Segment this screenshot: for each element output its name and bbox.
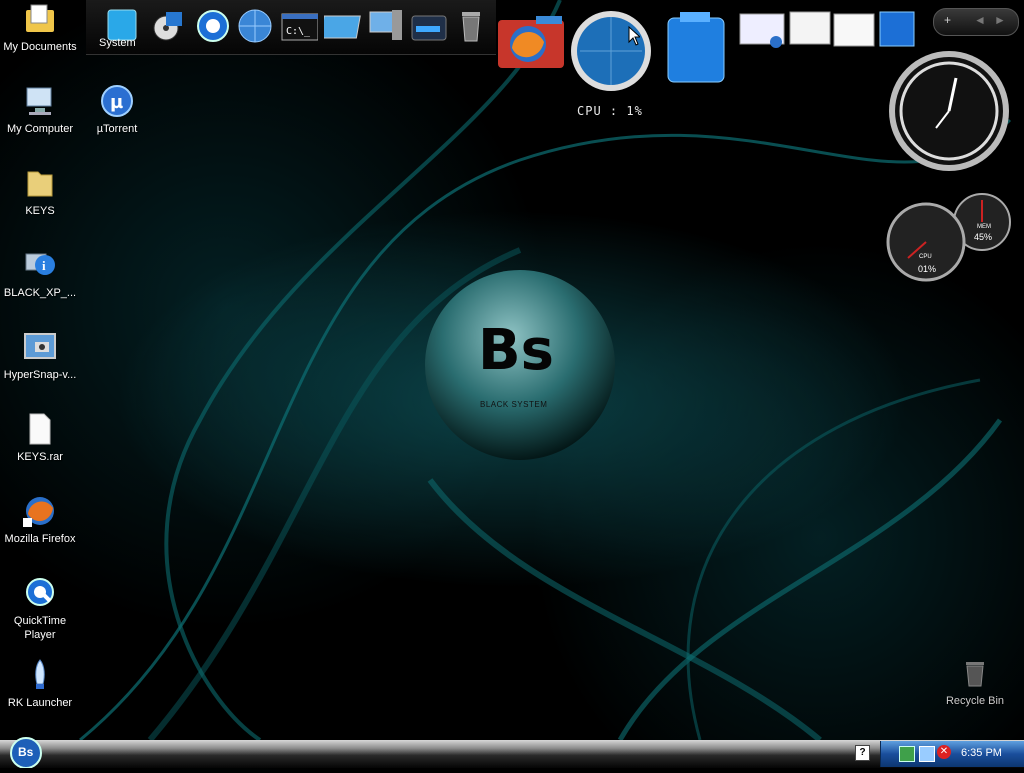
drive-icon [411, 15, 447, 41]
security-alert-icon[interactable]: ✕ [937, 745, 951, 759]
film-reel-icon [153, 12, 182, 41]
icon-label: µTorrent [96, 123, 138, 135]
desktop-icon-keys-rar[interactable]: KEYS.rar [0, 412, 80, 464]
top-dock: System C:\_ [86, 0, 496, 55]
logo-subtitle: BLACK SYSTEM [480, 400, 548, 409]
globe-icon [238, 9, 272, 43]
dock-item-firefox-large[interactable] [496, 16, 566, 70]
dock-item-media[interactable] [148, 6, 186, 46]
clock[interactable]: 6:35 PM [961, 747, 1002, 759]
quicktime-icon [197, 10, 229, 42]
display-icon[interactable] [919, 746, 935, 762]
dock-item-internet[interactable] [236, 6, 274, 46]
system-tray: ✕ 6:35 PM [880, 741, 1024, 767]
window-icon [319, 15, 361, 39]
network-icon[interactable] [899, 746, 915, 762]
icon-label: BLACK_XP_... [3, 287, 77, 299]
start-button[interactable]: Bs [6, 734, 46, 769]
gauge-icon [886, 193, 1011, 282]
icon-label: KEYS [25, 205, 55, 217]
dock-item-windows-group[interactable] [736, 10, 916, 50]
logo-text: Bs [478, 318, 555, 383]
dock-item-window[interactable] [319, 6, 362, 46]
desktop-icon-firefox[interactable]: Mozilla Firefox [0, 494, 80, 546]
icon-label: My Documents [3, 41, 77, 53]
cpu-meter-gadget[interactable]: CPU 01% MEM 45% [886, 192, 1012, 284]
dock-item-quicktime[interactable] [194, 6, 232, 46]
recycle-bin-icon [958, 656, 992, 690]
blue-folder-icon [667, 12, 725, 83]
svg-text:i: i [42, 258, 46, 273]
my-computer-icon [23, 84, 57, 118]
desktop-icon-hypersnap[interactable]: HyperSnap-v... [0, 330, 80, 382]
gauge-right-label: MEM [977, 224, 991, 230]
desktop-icon-black-xp[interactable]: i BLACK_XP_... [0, 248, 80, 300]
icon-label: Mozilla Firefox [4, 533, 76, 545]
desktop-icon-rk-launcher[interactable]: RK Launcher [0, 658, 80, 710]
rocket-icon [23, 658, 57, 692]
desktop-icon-recycle-bin[interactable]: Recycle Bin [935, 656, 1015, 708]
dock-item-command-prompt[interactable]: C:\_ [280, 6, 319, 46]
dock-item-drive[interactable] [410, 6, 448, 46]
terminal-icon: C:\_ [281, 13, 319, 41]
my-documents-icon [23, 2, 57, 36]
cpu-globe-widget[interactable] [568, 8, 654, 94]
firefox-icon [23, 494, 57, 528]
desktop-icon-my-documents[interactable]: My Documents [0, 2, 80, 54]
clock-gadget[interactable] [886, 48, 1012, 174]
add-icon[interactable]: + [944, 13, 951, 27]
hypersnap-icon [23, 330, 57, 364]
start-label: Bs [18, 745, 34, 759]
firefox-folder-icon [498, 16, 564, 68]
utorrent-icon: µ [100, 84, 134, 118]
svg-text:C:\_: C:\_ [286, 26, 311, 37]
dock-item-computer[interactable] [366, 6, 404, 46]
icon-label: QuickTime Player [13, 615, 67, 641]
info-icon: i [23, 248, 57, 282]
dock-system-label: System [99, 37, 136, 49]
globe-widget-icon [571, 11, 651, 91]
cursor-icon [628, 25, 642, 46]
dock-item-aquarium-folder[interactable] [664, 10, 728, 86]
window-thumbnails-icon [739, 11, 915, 48]
computer-icon [369, 10, 402, 40]
next-icon[interactable]: ► [994, 13, 1006, 27]
help-tray-icon[interactable]: ? [855, 745, 870, 761]
clock-face-icon [889, 51, 1009, 171]
icon-label: KEYS.rar [17, 451, 63, 463]
trash-icon [462, 12, 480, 42]
dock-control-panel: + ◄ ► [933, 8, 1019, 36]
gauge-left-value: 01% [918, 264, 937, 274]
icon-label: My Computer [6, 123, 74, 135]
dock-item-trash[interactable] [452, 6, 490, 46]
icon-label: RK Launcher [7, 697, 73, 709]
desktop-icon-utorrent[interactable]: µ µTorrent [77, 84, 157, 136]
prev-icon[interactable]: ◄ [974, 13, 986, 27]
cpu-usage-text: CPU : 1% [577, 104, 643, 118]
wallpaper-logo: Bs [478, 318, 554, 383]
gauge-left-label: CPU [919, 254, 932, 260]
desktop-icon-my-computer[interactable]: My Computer [0, 84, 80, 136]
mouse-cursor [628, 25, 642, 51]
file-icon [23, 412, 57, 446]
svg-text:µ: µ [110, 92, 123, 113]
taskbar [0, 740, 1024, 768]
desktop-icon-keys-folder[interactable]: KEYS [0, 166, 80, 218]
icon-label: Recycle Bin [945, 695, 1005, 707]
gauge-right-value: 45% [974, 232, 993, 242]
icon-label: HyperSnap-v... [3, 369, 77, 381]
desktop-icon-quicktime[interactable]: QuickTime Player [0, 576, 80, 642]
quicktime-icon [23, 576, 57, 610]
folder-icon [23, 166, 57, 200]
